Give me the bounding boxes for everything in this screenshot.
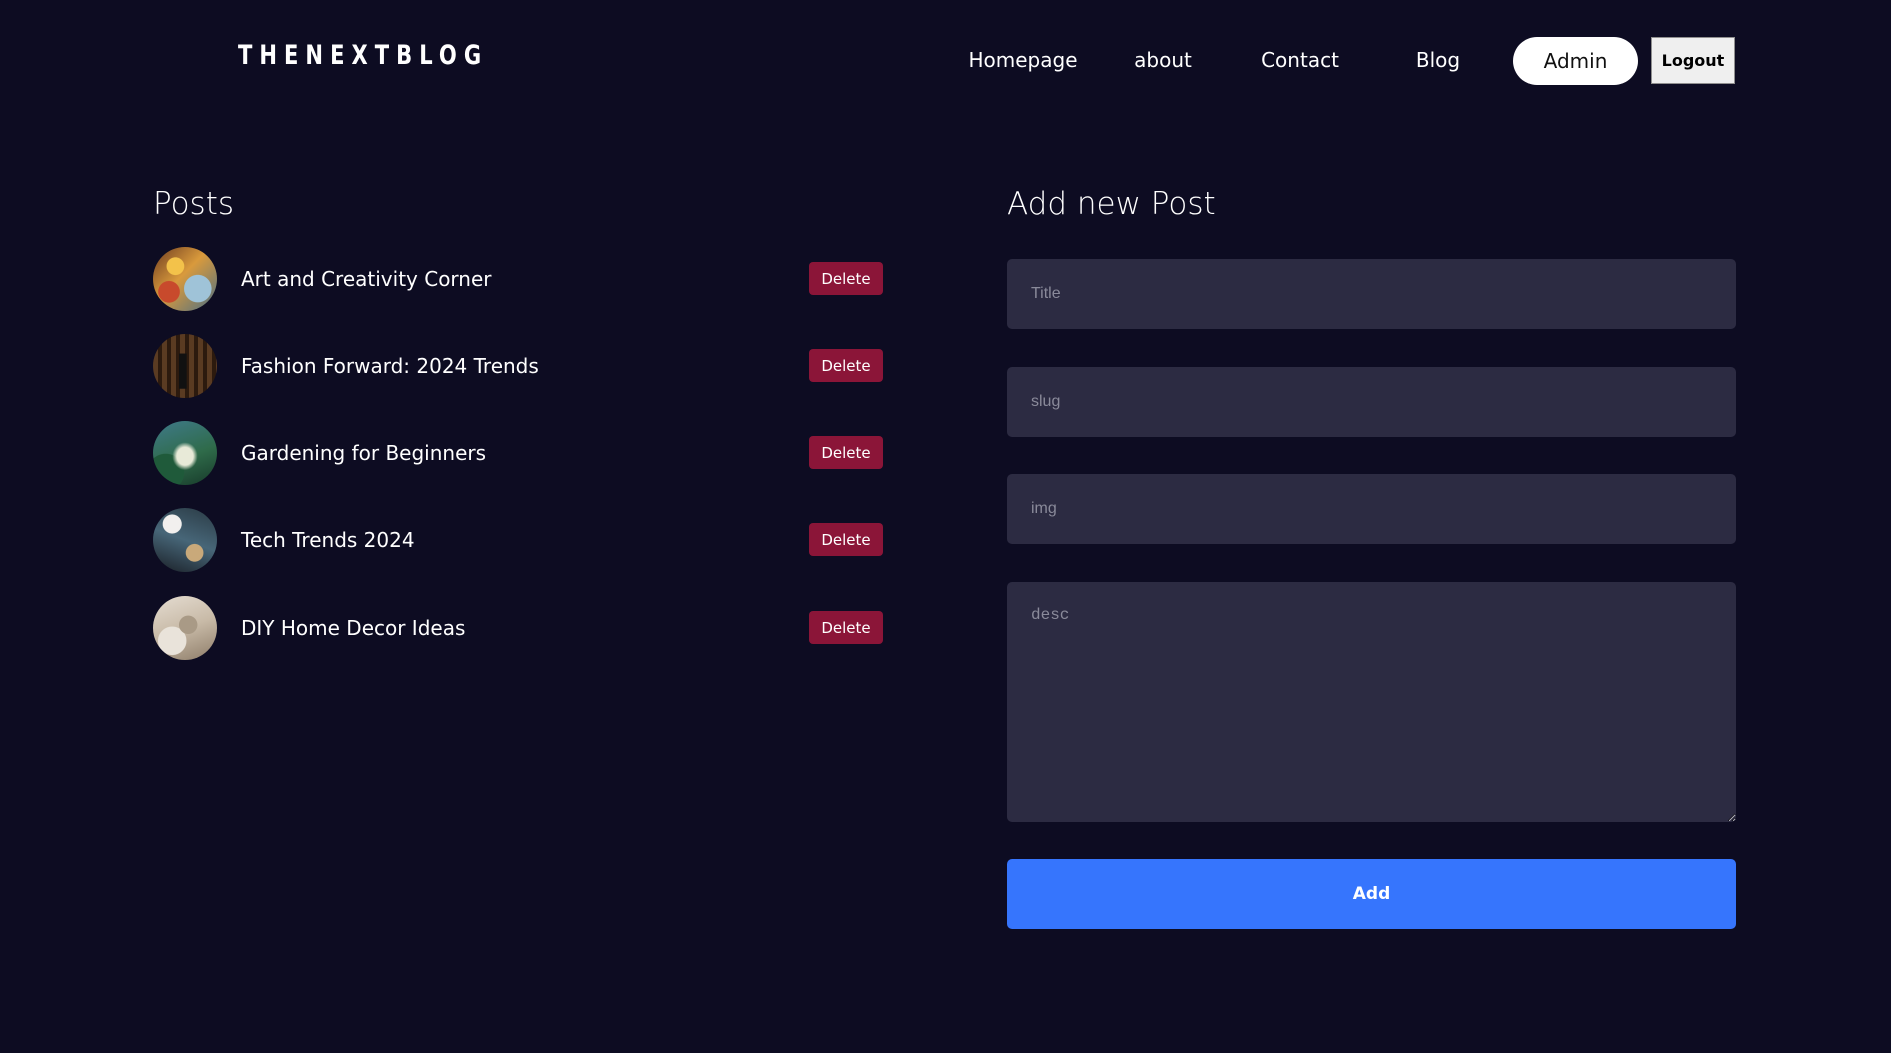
delete-post-button[interactable]: Delete [809, 436, 883, 469]
post-title: Gardening for Beginners [241, 441, 487, 465]
nav-blog[interactable]: Blog [1416, 48, 1460, 72]
post-thumbnail [153, 596, 217, 660]
desc-textarea[interactable] [1007, 582, 1736, 822]
post-title: DIY Home Decor Ideas [241, 616, 466, 640]
post-item: Tech Trends 2024 Delete [153, 508, 883, 572]
post-thumbnail [153, 247, 217, 311]
title-input[interactable] [1007, 259, 1736, 329]
add-post-button[interactable]: Add [1007, 859, 1736, 929]
logout-button[interactable]: Logout [1651, 37, 1735, 84]
post-item: Fashion Forward: 2024 Trends Delete [153, 334, 883, 398]
posts-heading: Posts [153, 186, 235, 222]
delete-post-button[interactable]: Delete [809, 611, 883, 644]
delete-post-button[interactable]: Delete [809, 262, 883, 295]
admin-button[interactable]: Admin [1513, 37, 1638, 85]
post-item: Art and Creativity Corner Delete [153, 247, 883, 311]
img-input[interactable] [1007, 474, 1736, 544]
delete-post-button[interactable]: Delete [809, 349, 883, 382]
post-thumbnail [153, 334, 217, 398]
post-title: Fashion Forward: 2024 Trends [241, 354, 539, 378]
add-post-heading: Add new Post [1007, 186, 1216, 222]
nav-homepage[interactable]: Homepage [968, 48, 1077, 72]
post-title: Art and Creativity Corner [241, 267, 492, 291]
post-item: DIY Home Decor Ideas Delete [153, 596, 883, 660]
post-thumbnail [153, 508, 217, 572]
nav-about[interactable]: about [1134, 48, 1192, 72]
post-item: Gardening for Beginners Delete [153, 421, 883, 485]
site-logo[interactable]: THENEXTBLOG [238, 40, 488, 72]
post-title: Tech Trends 2024 [241, 528, 415, 552]
post-thumbnail [153, 421, 217, 485]
slug-input[interactable] [1007, 367, 1736, 437]
delete-post-button[interactable]: Delete [809, 523, 883, 556]
nav-contact[interactable]: Contact [1261, 48, 1339, 72]
